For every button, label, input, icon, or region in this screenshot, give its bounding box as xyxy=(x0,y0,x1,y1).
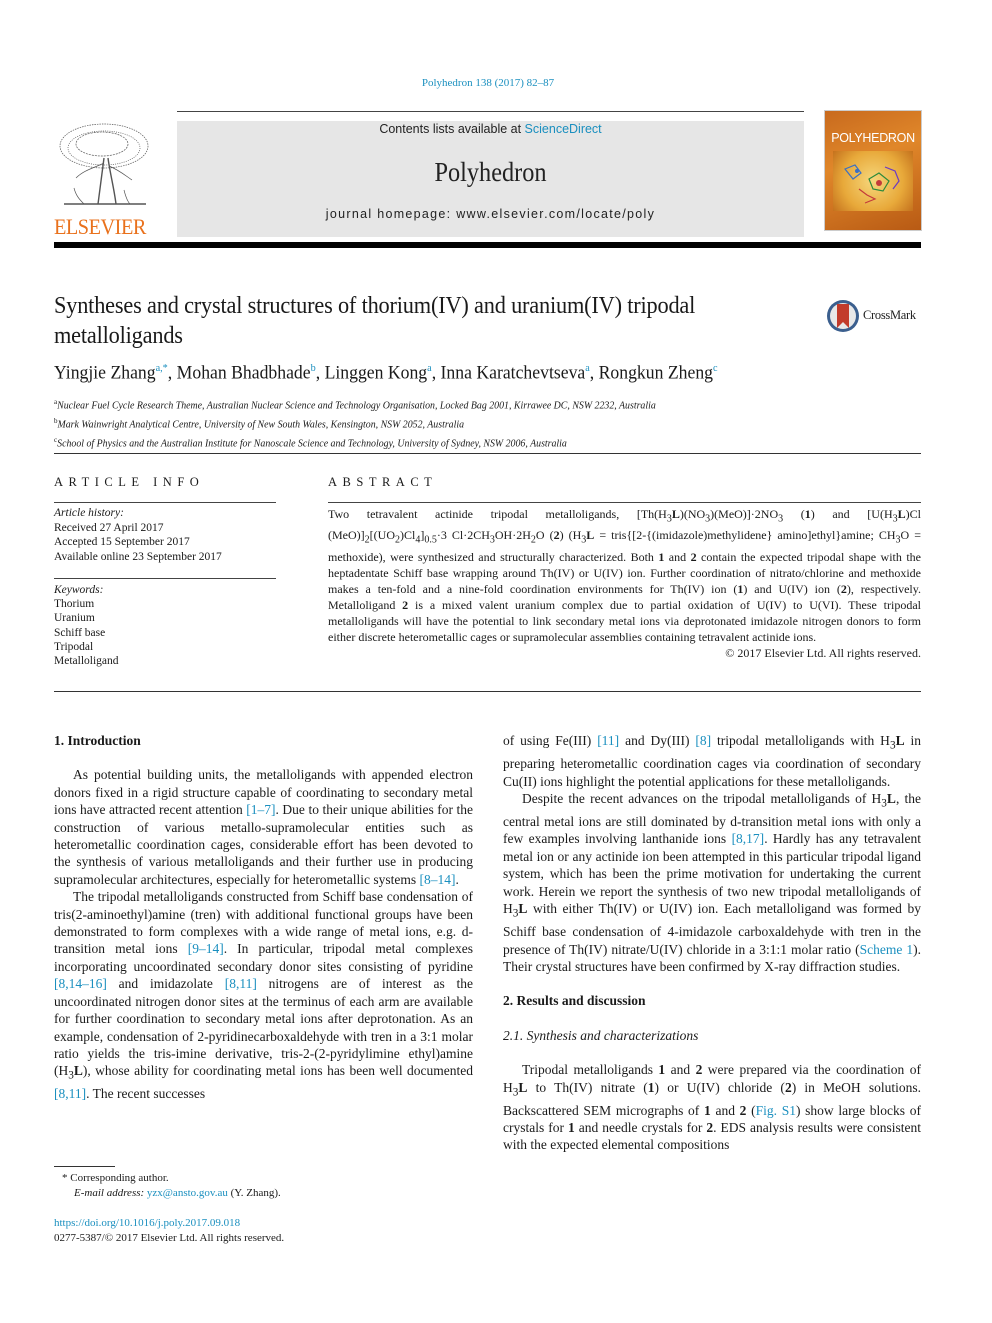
citation-link[interactable]: [9–14] xyxy=(188,941,224,956)
elsevier-tree-icon xyxy=(59,123,149,205)
author-name[interactable]: Yingjie Zhang xyxy=(54,362,156,383)
section-divider xyxy=(54,691,921,692)
issn-copyright: 0277-5387/© 2017 Elsevier Ltd. All right… xyxy=(54,1232,285,1244)
crossmark-icon xyxy=(827,300,859,332)
contents-line: Contents lists available at ScienceDirec… xyxy=(177,121,804,137)
affiliation-item: bMark Wainwright Analytical Centre, Univ… xyxy=(54,416,465,431)
crossmark-button[interactable]: CrossMark xyxy=(826,298,926,334)
citation-link[interactable]: [8] xyxy=(695,733,711,748)
keyword: Uranium xyxy=(54,612,95,625)
keyword: Schiff base xyxy=(54,626,106,639)
footnote-rule xyxy=(54,1166,115,1167)
elsevier-logo[interactable]: ELSEVIER xyxy=(54,118,156,239)
keyword: Metalloligand xyxy=(54,655,119,668)
keyword: Thorium xyxy=(54,598,95,611)
citation-link[interactable]: [8,14–16] xyxy=(54,976,107,991)
crossmark-label: CrossMark xyxy=(863,308,916,322)
author-affiliation-marker[interactable]: b xyxy=(311,362,316,374)
figure-link[interactable]: Fig. S1 xyxy=(756,1103,796,1118)
journal-homepage-link[interactable]: journal homepage: www.elsevier.com/locat… xyxy=(177,207,804,221)
elsevier-wordmark: ELSEVIER xyxy=(54,214,146,239)
author-list: Yingjie Zhanga,*, Mohan Bhadbhadeb, Ling… xyxy=(54,362,718,384)
body-paragraph: Despite the recent advances on the tripo… xyxy=(503,790,921,974)
citation-link[interactable]: [8,17] xyxy=(732,831,765,846)
section-heading: 1. Introduction xyxy=(54,733,141,748)
history-label: Article history: xyxy=(54,507,124,519)
header-thick-rule xyxy=(54,242,921,248)
footnotes: * Corresponding author. E-mail address: … xyxy=(62,1171,281,1201)
email-line: E-mail address: yzx@ansto.gov.au (Y. Zha… xyxy=(74,1187,281,1199)
received-date: Received 27 April 2017 xyxy=(54,521,164,534)
author-affiliation-marker[interactable]: a xyxy=(585,362,590,374)
affiliations: aNuclear Fuel Cycle Research Theme, Aust… xyxy=(54,395,900,452)
header-rule xyxy=(177,111,804,112)
divider xyxy=(54,502,276,503)
sciencedirect-link[interactable]: ScienceDirect xyxy=(525,122,602,136)
online-date: Available online 23 September 2017 xyxy=(54,550,222,563)
author-affiliation-marker[interactable]: a xyxy=(427,362,432,374)
keyword: Tripodal xyxy=(54,640,94,653)
section-divider xyxy=(54,453,921,454)
body-paragraph: of using Fe(III) [11] and Dy(III) [8] tr… xyxy=(503,733,921,789)
section-heading: 2. Results and discussion xyxy=(503,993,646,1009)
abstract-body: Two tetravalent actinide tripodal metall… xyxy=(328,506,921,661)
author-name[interactable]: Rongkun Zheng xyxy=(599,362,713,383)
article-info-heading: ARTICLE INFO xyxy=(54,475,205,489)
author-name[interactable]: Inna Karatchevtseva xyxy=(441,362,586,383)
author-affiliation-marker[interactable]: c xyxy=(713,362,718,374)
keywords: Keywords: Thorium Uranium Schiff base Tr… xyxy=(54,583,119,668)
article-history: Article history: Received 27 April 2017 … xyxy=(54,506,222,564)
citation-link[interactable]: [8–14] xyxy=(419,872,455,887)
subsection-heading: 2.1. Synthesis and characterizations xyxy=(503,1027,699,1043)
email-link[interactable]: yzx@ansto.gov.au xyxy=(147,1187,228,1199)
keywords-label: Keywords: xyxy=(54,584,104,596)
affiliation-item: cSchool of Physics and the Australian In… xyxy=(54,435,567,450)
citation-link[interactable]: [8,11] xyxy=(54,1086,86,1101)
divider xyxy=(328,502,921,503)
abstract-heading: ABSTRACT xyxy=(328,475,438,489)
contents-prefix: Contents lists available at xyxy=(379,122,525,136)
author-affiliation-marker[interactable]: a,* xyxy=(156,362,168,374)
cover-title: POLYHEDRON xyxy=(831,131,915,145)
body-paragraph: Tripodal metalloligands 1 and 2 were pre… xyxy=(503,1062,922,1153)
citation-link[interactable]: [1–7] xyxy=(246,802,275,817)
body-column-left: 1. Introduction As potential building un… xyxy=(54,732,473,1103)
author-name[interactable]: Mohan Bhadbhade xyxy=(177,362,311,383)
journal-cover-image[interactable]: POLYHEDRON xyxy=(825,111,921,230)
abstract-text: Two tetravalent actinide tripodal metall… xyxy=(328,507,921,644)
body-paragraph: As potential building units, the metallo… xyxy=(54,767,474,887)
body-paragraph: The tripodal metalloligands constructed … xyxy=(54,889,473,1102)
doi-link[interactable]: https://doi.org/10.1016/j.poly.2017.09.0… xyxy=(54,1217,240,1229)
accepted-date: Accepted 15 September 2017 xyxy=(54,536,190,548)
affiliation-item: aNuclear Fuel Cycle Research Theme, Aust… xyxy=(54,397,656,412)
journal-reference-link[interactable]: Polyhedron 138 (2017) 82–87 xyxy=(0,77,976,89)
citation-link[interactable]: [8,11] xyxy=(225,976,257,991)
article-title: Syntheses and crystal structures of thor… xyxy=(54,293,696,349)
journal-masthead: Contents lists available at ScienceDirec… xyxy=(177,121,804,237)
scheme-link[interactable]: Scheme 1 xyxy=(860,942,913,957)
journal-name: Polyhedron xyxy=(434,157,547,187)
publication-info: https://doi.org/10.1016/j.poly.2017.09.0… xyxy=(54,1216,284,1246)
divider xyxy=(54,578,276,579)
molecule-icon xyxy=(844,164,900,204)
citation-link[interactable]: [11] xyxy=(597,733,619,748)
corresponding-author-note: * Corresponding author. xyxy=(62,1172,169,1184)
abstract-copyright: © 2017 Elsevier Ltd. All rights reserved… xyxy=(725,645,921,660)
body-column-right: of using Fe(III) [11] and Dy(III) [8] tr… xyxy=(503,732,921,1154)
author-name[interactable]: Linggen Kong xyxy=(325,362,428,383)
